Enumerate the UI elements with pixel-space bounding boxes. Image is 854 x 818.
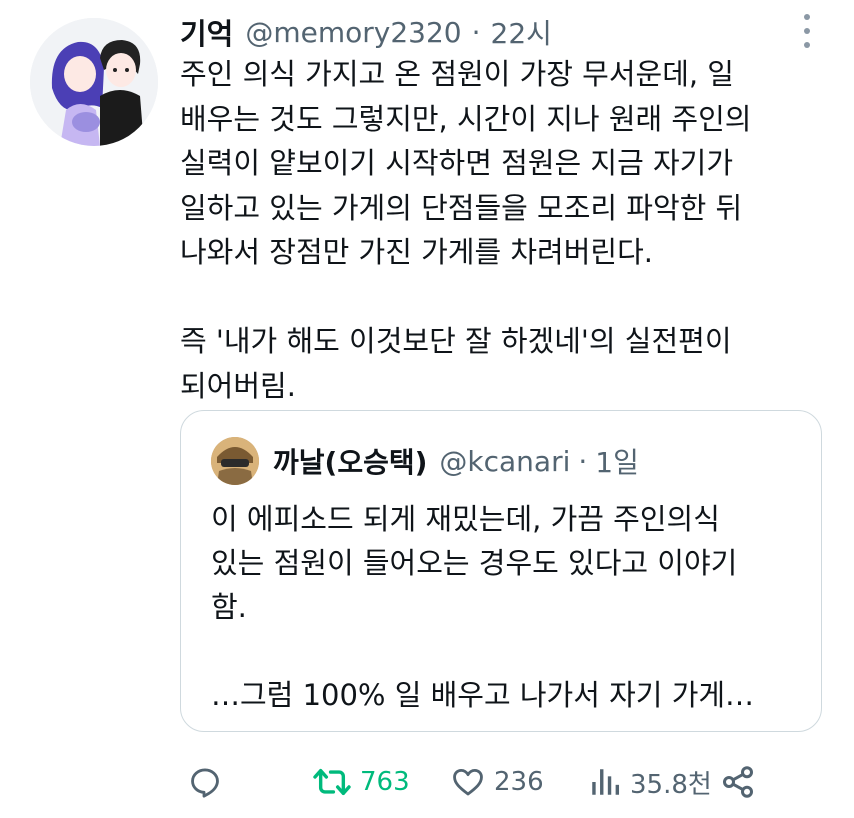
quoted-timestamp: 1일 <box>595 446 639 479</box>
quoted-text-line: 있는 점원이 들어오는 경우도 있다고 이야기 <box>211 546 738 580</box>
timestamp[interactable]: 22시 <box>491 12 552 52</box>
quoted-text-line: 함. <box>211 590 247 624</box>
user-handle[interactable]: @memory2320 <box>245 16 461 49</box>
quoted-tweet-header: 까날(오승택) @kcanari · 1일 <box>211 437 639 485</box>
avatar[interactable] <box>30 18 158 146</box>
tweet-text-line: 되어버림. <box>180 368 296 403</box>
like-button[interactable]: 236 <box>450 765 544 799</box>
like-count: 236 <box>494 767 544 797</box>
reply-button[interactable] <box>188 765 222 799</box>
quoted-avatar-illustration <box>211 437 259 485</box>
heart-icon <box>453 768 483 796</box>
quoted-avatar <box>211 437 259 485</box>
quoted-separator-dot: · <box>578 444 588 478</box>
quoted-display-name[interactable]: 까날(오승택) <box>273 441 427 481</box>
tweet-header: 기억 @memory2320 · 22시 <box>180 10 552 54</box>
tweet-text-line <box>180 275 820 320</box>
action-bar: 763 236 35.8천 <box>188 760 808 804</box>
tweet-text-line: 주인 의식 가지고 온 점원이 가장 무서운데, 일 <box>180 57 734 91</box>
share-icon <box>723 766 753 798</box>
quoted-user-handle[interactable]: @kcanari <box>439 445 570 478</box>
more-dot-icon <box>804 14 810 20</box>
tweet-text-line: 나와서 장점만 가진 가게를 차려버린다. <box>180 235 653 269</box>
quoted-tweet[interactable]: 까날(오승택) @kcanari · 1일 이 에피소드 되게 재밌는데, 가끔… <box>180 410 822 732</box>
quoted-tweet-text: 이 에피소드 되게 재밌는데, 가끔 주인의식 있는 점원이 들어오는 경우도 … <box>211 497 801 717</box>
more-dot-icon <box>804 42 810 48</box>
views-count: 35.8천 <box>630 769 712 800</box>
tweet-text-line: 일하고 있는 가게의 단점들을 모조리 파악한 뒤 <box>180 190 743 225</box>
retweet-count: 763 <box>360 767 410 797</box>
retweet-button[interactable]: 763 <box>312 765 410 799</box>
share-button[interactable] <box>720 764 756 800</box>
quoted-text-line: …그럼 100% 일 배우고 나가서 자기 가게… <box>211 678 755 712</box>
separator-dot: · <box>471 15 481 49</box>
tweet-text-line: 즉 '내가 해도 이것보단 잘 하겠네'의 실전편이 <box>180 324 732 358</box>
retweet-icon <box>313 768 351 796</box>
quoted-text-line: 이 에피소드 되게 재밌는데, 가끔 주인의식 <box>211 502 720 536</box>
avatar-illustration <box>30 18 158 146</box>
views-icon <box>592 769 620 795</box>
more-options-button[interactable] <box>800 14 814 48</box>
reply-icon <box>191 768 219 798</box>
quoted-text-line <box>211 629 801 673</box>
tweet-text-line: 실력이 얕보이기 시작하면 점원은 지금 자기가 <box>180 146 734 180</box>
tweet-text-line: 배우는 것도 그렇지만, 시간이 지나 원래 주인의 <box>180 101 752 136</box>
views-button[interactable]: 35.8천 <box>588 764 712 801</box>
tweet-text: 주인 의식 가지고 온 점원이 가장 무서운데, 일 배우는 것도 그렇지만, … <box>180 52 820 408</box>
display-name[interactable]: 기억 <box>180 11 233 53</box>
more-dot-icon <box>804 28 810 34</box>
